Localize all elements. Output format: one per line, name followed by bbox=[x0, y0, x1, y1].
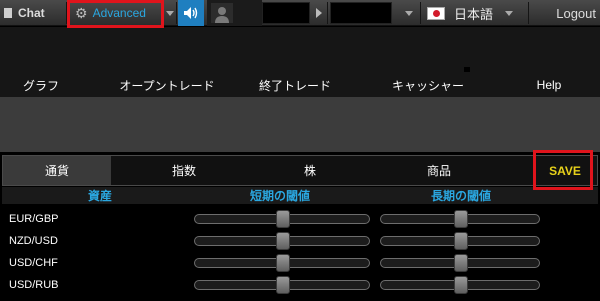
user-avatar[interactable] bbox=[207, 0, 262, 26]
column-header-short-term: 短期の閾値 bbox=[249, 189, 310, 203]
chevron-down-icon bbox=[405, 10, 413, 16]
advanced-highlight-box bbox=[67, 0, 164, 28]
column-header-asset: 資産 bbox=[87, 189, 112, 203]
user-name-field bbox=[262, 2, 310, 24]
short-term-slider[interactable] bbox=[194, 254, 370, 272]
slider-thumb[interactable] bbox=[276, 276, 290, 294]
divider bbox=[528, 2, 529, 24]
table-header: 資産 短期の閾値 長期の閾値 bbox=[2, 187, 598, 204]
long-term-slider[interactable] bbox=[380, 210, 540, 228]
tab-indices[interactable]: 指数 bbox=[125, 156, 243, 185]
slider-thumb[interactable] bbox=[276, 210, 290, 228]
divider bbox=[327, 2, 328, 24]
long-term-slider[interactable] bbox=[380, 232, 540, 250]
play-icon bbox=[316, 8, 322, 18]
slider-thumb[interactable] bbox=[454, 210, 468, 228]
table-row: USD/CHF bbox=[0, 252, 600, 273]
language-select[interactable]: 日本語 bbox=[423, 0, 525, 26]
save-highlight-box bbox=[533, 150, 593, 190]
logout-button[interactable]: Logout bbox=[530, 0, 600, 26]
column-header-long-term: 長期の閾値 bbox=[430, 189, 491, 203]
table-row: USD/RUB bbox=[0, 274, 600, 295]
japan-flag-icon bbox=[427, 6, 445, 20]
chat-button[interactable]: Chat bbox=[0, 0, 66, 26]
short-term-slider[interactable] bbox=[194, 210, 370, 228]
nav-item-help[interactable]: Help bbox=[524, 74, 574, 96]
slider-thumb[interactable] bbox=[276, 232, 290, 250]
short-term-slider[interactable] bbox=[194, 276, 370, 294]
chevron-down-icon bbox=[166, 10, 174, 16]
asset-tabs: 通貨 指数 株 商品 SAVE bbox=[2, 155, 598, 186]
short-term-slider[interactable] bbox=[194, 232, 370, 250]
chevron-down-icon bbox=[505, 10, 514, 16]
table-row: EUR/GBP bbox=[0, 208, 600, 229]
asset-name: NZD/USD bbox=[9, 234, 58, 247]
account-select[interactable] bbox=[330, 2, 392, 24]
threshold-panel: 通貨 指数 株 商品 SAVE 資産 短期の閾値 長期の閾値 EUR/GBP NZ… bbox=[0, 152, 600, 301]
account-dropdown-arrow[interactable] bbox=[402, 0, 416, 26]
slider-thumb[interactable] bbox=[276, 254, 290, 272]
tab-currencies[interactable]: 通貨 bbox=[3, 156, 111, 185]
asset-name: EUR/GBP bbox=[9, 212, 59, 225]
main-nav: グラフ オープントレード 終了トレード キャッシャー Help bbox=[0, 74, 600, 96]
tab-commodities[interactable]: 商品 bbox=[383, 156, 495, 185]
logout-label: Logout bbox=[556, 5, 596, 21]
divider bbox=[420, 2, 421, 24]
asset-name: USD/RUB bbox=[9, 278, 59, 291]
language-label: 日本語 bbox=[454, 6, 494, 22]
nav-item-closed-trades[interactable]: 終了トレード bbox=[250, 74, 340, 96]
slider-thumb[interactable] bbox=[454, 254, 468, 272]
table-row: NZD/USD bbox=[0, 230, 600, 251]
nav-item-open-trades[interactable]: オープントレード bbox=[106, 74, 228, 96]
asset-name: USD/CHF bbox=[9, 256, 58, 269]
tab-stocks[interactable]: 株 bbox=[255, 156, 365, 185]
nav-item-chart[interactable]: グラフ bbox=[0, 74, 82, 96]
content-separator bbox=[0, 97, 600, 152]
long-term-slider[interactable] bbox=[380, 276, 540, 294]
long-term-slider[interactable] bbox=[380, 254, 540, 272]
user-icon bbox=[211, 3, 233, 23]
divider bbox=[176, 2, 177, 24]
speaker-icon bbox=[184, 7, 198, 19]
chat-label: Chat bbox=[18, 6, 45, 20]
chat-icon bbox=[4, 8, 12, 18]
mode-dropdown-arrow[interactable] bbox=[165, 0, 175, 26]
play-button[interactable] bbox=[312, 0, 326, 26]
slider-thumb[interactable] bbox=[454, 232, 468, 250]
sound-toggle-button[interactable] bbox=[178, 0, 204, 26]
nav-item-cashier[interactable]: キャッシャー bbox=[378, 74, 478, 96]
slider-thumb[interactable] bbox=[454, 276, 468, 294]
decorative-mark bbox=[464, 67, 470, 72]
